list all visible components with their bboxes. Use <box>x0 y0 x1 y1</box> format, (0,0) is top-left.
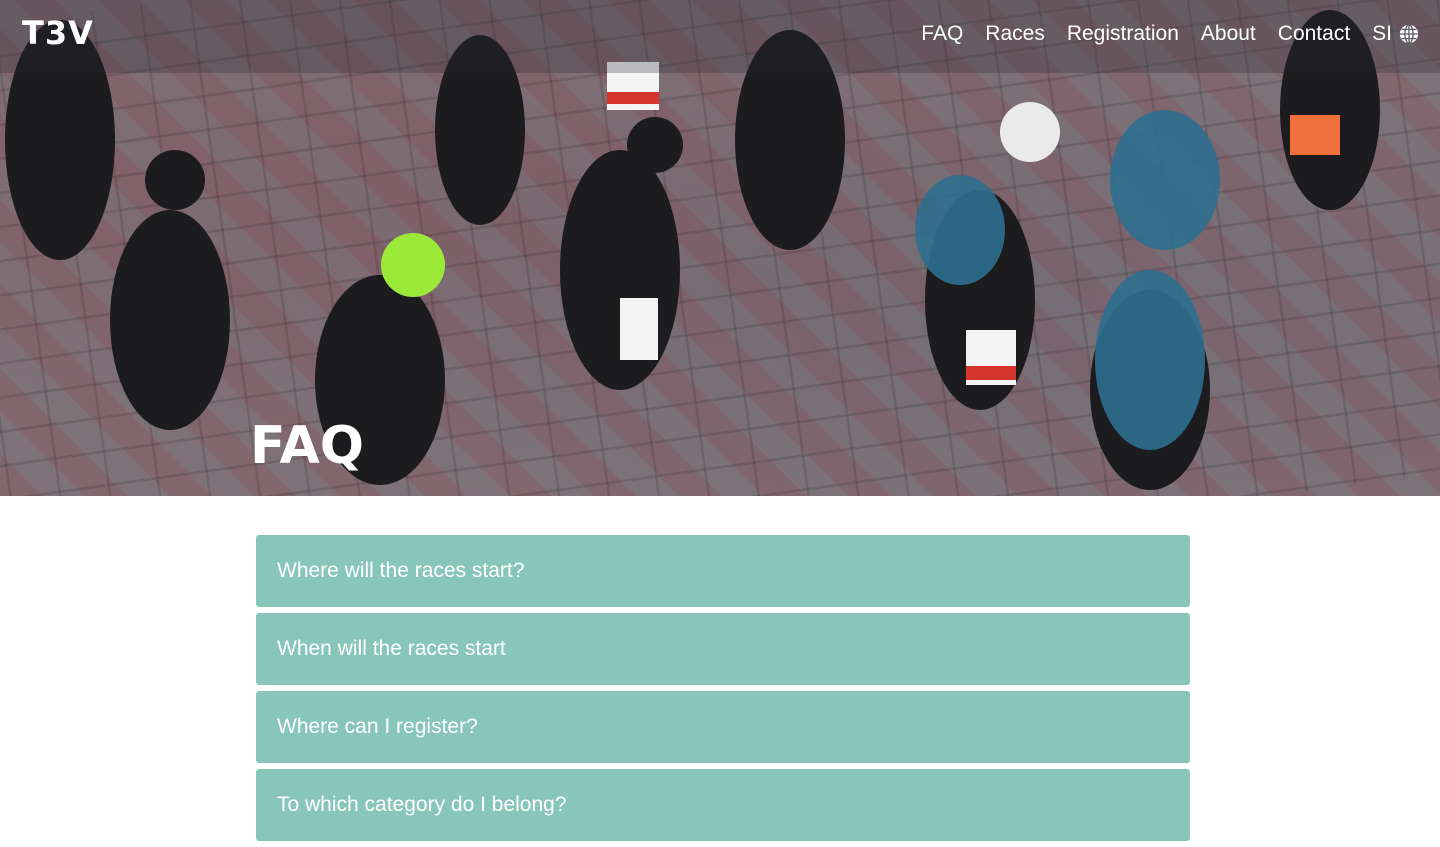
nav-registration[interactable]: Registration <box>1067 22 1179 46</box>
nav-races[interactable]: Races <box>985 22 1045 46</box>
site-logo[interactable]: T3V <box>22 14 94 52</box>
nav-faq[interactable]: FAQ <box>921 22 963 46</box>
faq-question: Where will the races start? <box>277 559 525 582</box>
hero-photo-runners <box>5 10 1380 490</box>
hero-banner: T3V FAQ Races Registration About Contact… <box>0 0 1440 496</box>
language-switcher[interactable]: SI <box>1372 22 1420 46</box>
nav-about[interactable]: About <box>1201 22 1256 46</box>
faq-question: To which category do I belong? <box>277 793 567 816</box>
globe-icon <box>1399 24 1419 44</box>
top-navbar: T3V FAQ Races Registration About Contact… <box>0 0 1440 73</box>
faq-item[interactable]: To which category do I belong? <box>256 769 1190 841</box>
faq-item[interactable]: Where will the races start? <box>256 535 1190 607</box>
page-title: FAQ <box>250 416 365 476</box>
language-code: SI <box>1372 22 1392 45</box>
faq-question: Where can I register? <box>277 715 478 738</box>
nav-contact[interactable]: Contact <box>1278 22 1350 46</box>
faq-item[interactable]: When will the races start <box>256 613 1190 685</box>
faq-item[interactable]: Where can I register? <box>256 691 1190 763</box>
faq-question: When will the races start <box>277 637 506 660</box>
faq-accordion: Where will the races start? When will th… <box>256 535 1190 847</box>
main-nav: FAQ Races Registration About Contact SI <box>921 22 1420 46</box>
